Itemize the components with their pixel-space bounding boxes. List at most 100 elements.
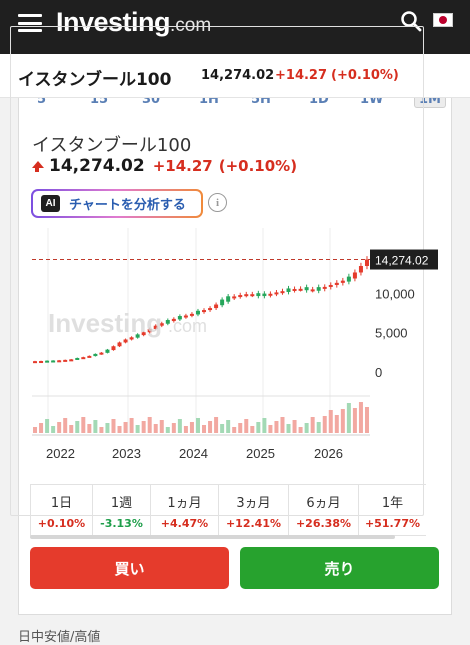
y-axis-tick-label: 0 [375,365,382,380]
volume-bar [141,421,146,433]
candle-body [220,299,225,306]
candle-body [87,355,92,358]
candle-body [226,296,231,302]
volume-bar [159,420,164,433]
volume-bar [129,418,134,433]
volume-bar [135,425,140,433]
period-tab[interactable]: 1年 +51.77% [358,484,426,536]
investing-watermark-com: .com [168,316,207,336]
period-value: +26.38% [295,517,352,530]
volume-bar [99,427,104,433]
candle-body [93,353,98,357]
volume-bar [346,403,351,433]
day-range-label: 日中安値/高値 [18,630,101,645]
candle-body [99,352,104,355]
volume-bar [220,424,225,433]
volume-bar [304,423,309,433]
volume-bar [286,424,291,433]
period-tab[interactable]: 1ヵ月 +4.47% [150,484,218,536]
candle-body [117,342,122,347]
candle-body [232,296,237,299]
volume-bar [117,426,122,433]
volume-bar [39,423,44,433]
candle-body [316,287,321,291]
volume-bar [33,427,38,433]
volume-bar [364,407,369,433]
ai-icon: AI [41,195,60,212]
chart-change: +14.27 [152,157,213,175]
volume-bar [298,427,303,433]
volume-bar [322,416,327,433]
y-axis-tick-label: 10,000 [375,286,415,301]
sell-button[interactable]: 売り [240,547,439,589]
period-scrollbar[interactable] [30,535,395,539]
period-label: 1年 [381,496,404,511]
candle-body [268,293,273,296]
candle-body [69,359,74,362]
candle-body [304,287,309,291]
volume-bar [328,410,333,433]
volume-bar [256,422,261,433]
candle-body [334,282,339,285]
candle-body [340,280,345,283]
volume-bar [238,423,243,433]
period-tab[interactable]: 1日 +0.10% [30,484,92,536]
price-row: 14,274.02 +14.27 (+0.10%) [32,156,297,176]
period-label: 1日 [50,496,73,511]
ai-analyze-chart-button[interactable]: AI チャートを分析する [31,189,203,218]
volume-bar [81,417,86,433]
candle-body [274,292,279,295]
candle-body [256,293,261,297]
candle-body [111,346,116,351]
volume-bar [87,424,92,433]
volume-bar [63,418,68,433]
candle-body [105,349,110,353]
period-tab[interactable]: 1週 -3.13% [92,484,150,536]
ai-analyze-label: チャートを分析する [69,198,186,213]
volume-bar [111,419,116,433]
price-chart[interactable]: 10,000 5,000 0 14,274.02 Investing .com 2022 20… [18,228,438,468]
volume-bar [310,417,315,433]
period-tab[interactable]: 3ヵ月 +12.41% [218,484,288,536]
volume-bar [69,425,74,433]
volume-bar [189,422,194,433]
japan-flag-icon[interactable] [433,13,453,27]
y-axis-tick-label: 5,000 [375,326,408,341]
volume-bar [358,402,363,433]
period-tab[interactable]: 6ヵ月 +26.38% [288,484,358,536]
last-price-label: 14,274.02 [375,254,429,268]
info-icon[interactable]: i [208,193,227,212]
volume-bar [352,408,357,433]
candle-body [238,295,243,298]
volume-bar [340,409,345,433]
candle-body [45,360,50,363]
volume-bar [57,422,62,433]
period-performance-tabs: 1日 +0.10% 1週 -3.13% 1ヵ月 +4.47% 3ヵ月 +12.41% 6ヵ月 +2… [30,484,438,536]
volume-bar [280,417,285,433]
x-axis-tick-label: 2022 [46,446,75,461]
investing-watermark: Investing [48,308,162,338]
candle-body [280,291,285,294]
volume-bar [274,421,279,433]
candle-body [298,288,303,291]
candle-body [322,286,327,289]
buy-button[interactable]: 買い [30,547,229,589]
candle-body [286,288,291,292]
period-value: +51.77% [364,517,421,530]
candle-body [202,310,207,313]
candle-body [81,357,86,360]
volume-bar [177,419,182,433]
period-label: 1ヵ月 [167,496,202,511]
volume-bar [202,425,207,433]
candle-body [39,361,44,364]
period-label: 3ヵ月 [236,496,271,511]
volume-bar [292,420,297,433]
period-value: +4.47% [160,517,209,530]
candle-body [292,288,297,291]
candle-body [364,259,369,266]
x-axis-tick-label: 2024 [179,446,208,461]
period-value: +0.10% [37,517,86,530]
volume-bar [268,425,273,433]
volume-bar [214,417,219,433]
candle-body [262,293,267,297]
